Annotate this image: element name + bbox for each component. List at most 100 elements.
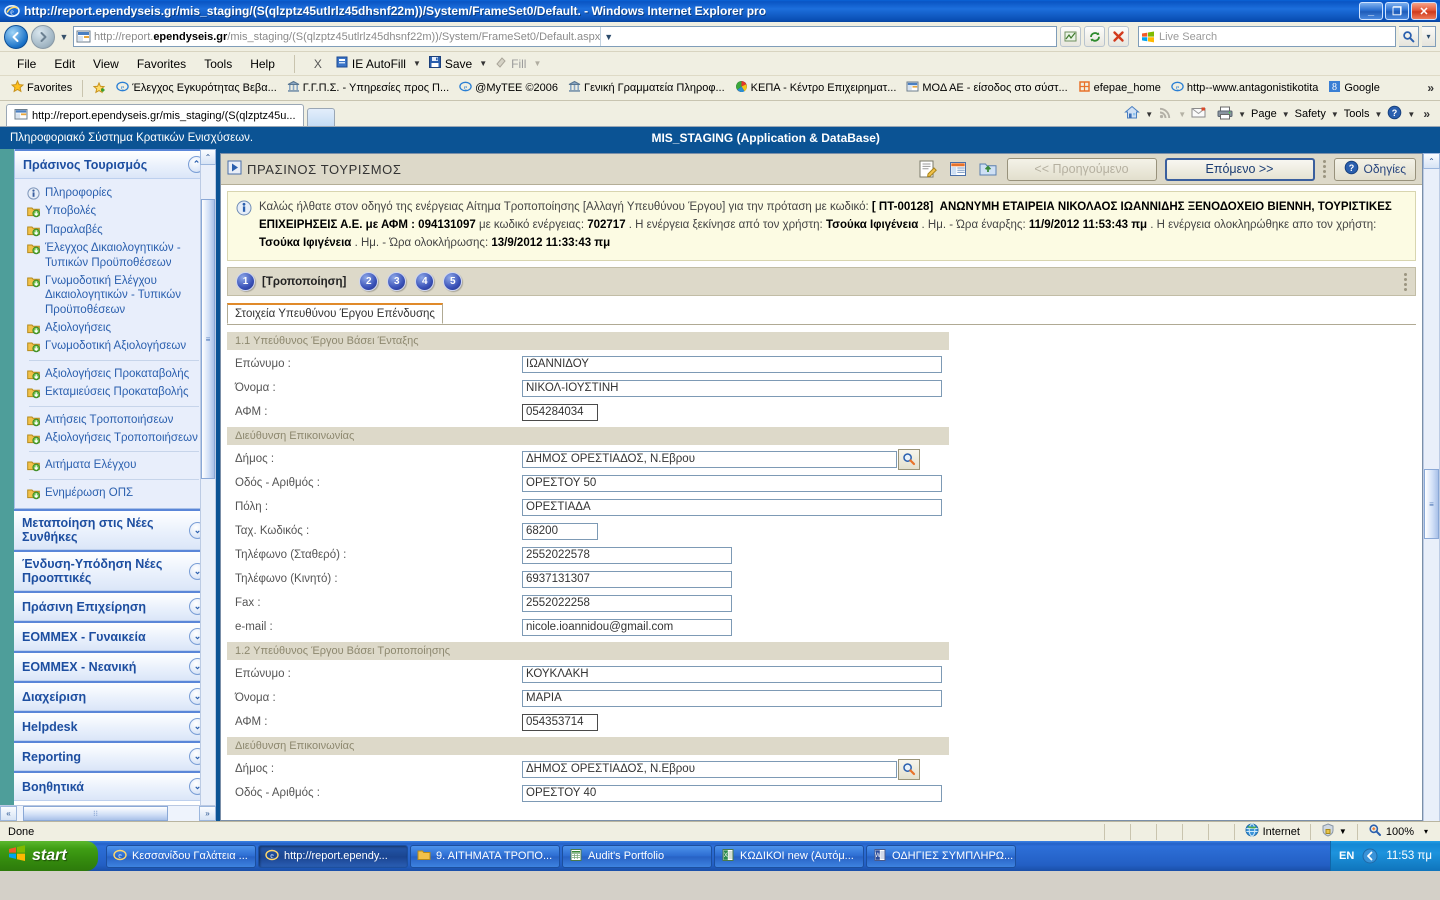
sidebar-group-helpdesk[interactable]: Helpdesk ⌄ [14,711,214,741]
print-caret-icon[interactable]: ▼ [1238,110,1246,119]
favorites-button[interactable]: Favorites [6,79,77,97]
hscroll-left-icon[interactable]: « [0,806,17,821]
sidebar-group-reporting[interactable]: Reporting ⌄ [14,741,214,771]
mail-button[interactable] [1186,105,1212,123]
menu-item-view[interactable]: View [84,55,128,73]
sidebar-item-elegxos-dikaiologitikon[interactable]: Έλεγχος Δικαιολογητικών - Τυπικών Προϋπο… [15,239,213,272]
sidebar-item-axiologiseis[interactable]: Αξιολογήσεις [15,319,213,337]
save-caret-icon[interactable]: ▼ [476,59,490,68]
tools-menu-button[interactable]: Tools [1339,107,1375,121]
dimos-input-2[interactable]: ΔΗΜΟΣ ΟΡΕΣΤΙΑΔΟΣ, Ν.Εβρου [522,760,897,778]
favorite-item-2[interactable]: e @MyTEE ©2006 [454,79,563,97]
scroll-track[interactable]: ≡ [200,165,216,805]
email-input-1[interactable]: nicole.ioannidou@gmail.com [522,618,732,636]
help-button[interactable]: ? [1382,104,1407,124]
favorite-item-3[interactable]: Γενική Γραμματεία Πληροφ... [563,79,730,97]
maximize-button[interactable]: ❐ [1385,2,1409,20]
sidebar-item-plirofories[interactable]: Πληροφορίες [15,184,213,202]
sidebar-group-endysi-ypodisi[interactable]: Ένδυση-Υπόδηση Νέες Προοπτικές ⌄ [14,550,214,591]
favorite-item-8[interactable]: 8 Google [1323,79,1384,97]
sidebar-group-eommex-gynaikeia[interactable]: ΕΟΜΜΕΧ - Γυναικεία ⌄ [14,621,214,651]
step-button-2[interactable]: 2 [359,272,379,292]
taskbar-item-0[interactable]: e Κεσσανίδου Γαλάτεια ... [106,844,256,868]
content-scrollbar[interactable]: ⌃ ≡ [1423,153,1440,821]
autofill-caret-icon[interactable]: ▼ [410,59,424,68]
start-button[interactable]: start [0,841,98,871]
onoma-input-1[interactable]: ΝΙΚΟΛ-ΙΟΥΣΤΙΝΗ [522,379,942,397]
taskbar-item-4[interactable]: X ΚΩΔΙΚΟΙ new (Αυτόμ... [714,844,864,868]
sidebar-item-paralaves[interactable]: Παραλαβές [15,221,213,239]
eponymo-input-2[interactable]: ΚΟΥΚΛΑΚΗ [522,665,942,683]
dimos-lookup-button-2[interactable] [898,758,920,780]
sidebar-item-ypovoles[interactable]: Υποβολές [15,202,213,220]
sidebar-group-header[interactable]: Πράσινος Τουρισμός ⌃ [15,149,213,179]
favorite-item-7[interactable]: e http--www.antagonistikotita [1166,79,1323,97]
sidebar-item-gnomodotiki-elegxou[interactable]: Γνωμοδοτική Ελέγχου Δικαιολογητικών - Τυ… [15,272,213,319]
sidebar-item-aitimata-elegxou[interactable]: Αιτήματα Ελέγχου [15,456,213,474]
step-button-4[interactable]: 4 [415,272,435,292]
sidebar-group-metapoiisi[interactable]: Μεταποίηση στις Νέες Συνθήκες ⌄ [14,509,214,550]
print-button[interactable] [1212,105,1238,124]
odos-arithmos-input-2[interactable]: ΟΡΕΣΤΟΥ 40 [522,784,942,802]
favorite-item-6[interactable]: efepae_home [1073,79,1166,97]
dimos-lookup-button-1[interactable] [898,448,920,470]
tax-kodikos-input-1[interactable]: 68200 [522,522,598,540]
browser-tab-active[interactable]: http://report.ependyseis.gr/mis_staging/… [6,104,304,126]
save-button[interactable]: Save [424,54,476,73]
step-button-1[interactable]: 1 [236,272,255,292]
add-to-favorites-icon[interactable] [88,81,111,96]
sidebar-item-gnomodotiki-axiologiseon[interactable]: Γνωμοδοτική Αξιολογήσεων [15,337,213,355]
close-button[interactable]: ✕ [1411,2,1437,20]
sidebar-item-axiologiseis-tropopoiiseon[interactable]: Αξιολογήσεις Τροποποιήσεων [15,429,213,447]
help-button[interactable]: ? Οδηγίες [1333,157,1416,181]
odos-arithmos-input-1[interactable]: ΟΡΕΣΤΟΥ 50 [522,474,942,492]
back-button[interactable] [4,24,28,49]
poli-input-1[interactable]: ΟΡΕΣΤΙΑΔΑ [522,498,942,516]
sidebar-item-axiologiseis-prokatavolis[interactable]: Αξιολογήσεις Προκαταβολής [15,365,213,383]
favorites-overflow-icon[interactable]: » [1421,81,1440,95]
scroll-thumb[interactable]: ≡ [201,199,215,479]
url-dropdown-icon[interactable]: ▼ [600,27,617,46]
scroll-thumb[interactable]: ≡ [1424,469,1439,539]
zoom-control[interactable]: 100% ▾ [1356,823,1438,840]
previous-button[interactable]: << Προηγούμενο [1006,157,1157,181]
stop-icon[interactable] [1108,26,1129,47]
taskbar-item-2[interactable]: 9. ΑΙΤΗΜΑΤΑ ΤΡΟΠΟ... [410,844,560,868]
scroll-up-icon[interactable]: ⌃ [200,149,216,165]
favorite-item-0[interactable]: e Έλεγχος Εγκυρότητας Βεβα... [111,79,282,97]
scroll-up-icon[interactable]: ⌃ [1423,153,1440,169]
favorite-item-5[interactable]: ΜΟΔ ΑΕ - είσοδος στο σύστ... [901,79,1072,97]
forward-button[interactable] [31,24,55,49]
arrow-left-icon[interactable] [1362,848,1378,864]
refresh-icon[interactable] [1084,26,1105,47]
taskbar-item-3[interactable]: Audit's Portfolio [562,844,712,868]
sidebar-horizontal-scrollbar[interactable]: « ⁝⁝ » [0,805,216,821]
menu-item-file[interactable]: File [8,55,45,73]
dimos-input-1[interactable]: ΔΗΜΟΣ ΟΡΕΣΤΙΑΔΟΣ, Ν.Εβρου [522,450,897,468]
hscroll-right-icon[interactable]: » [199,806,216,821]
protected-mode-indicator[interactable]: ▼ [1309,823,1357,840]
step-button-5[interactable]: 5 [443,272,463,292]
sidebar-item-enimerosi-ops[interactable]: Ενημέρωση ΟΠΣ [15,484,213,502]
autofill-close-button[interactable]: X [305,55,331,73]
favorite-item-1[interactable]: Γ.Γ.Π.Σ. - Υπηρεσίες προς Π... [282,79,454,97]
zoom-caret-icon[interactable]: ▾ [1424,827,1428,836]
tilefono-statheró-input-1[interactable]: 2552022578 [522,546,732,564]
security-zone[interactable]: Internet [1233,823,1310,840]
fax-input-1[interactable]: 2552022258 [522,594,732,612]
tools-caret-icon[interactable]: ▼ [1374,110,1382,119]
sidebar-group-voithitika[interactable]: Βοηθητικά ⌄ [14,771,214,801]
note-edit-icon[interactable] [917,158,939,180]
afm-input-2[interactable]: 054353714 [522,713,598,731]
sidebar-group-diaxeirisi[interactable]: Διαχείριση ⌄ [14,681,214,711]
sidebar-item-ektamievseis-prokatavolis[interactable]: Εκταμιεύσεις Προκαταβολής [15,383,213,401]
eponymo-input-1[interactable]: ΙΩΑΝΝΙΔΟΥ [522,355,942,373]
new-tab-button[interactable] [306,108,335,126]
scroll-track[interactable]: ≡ [1423,169,1440,821]
page-menu-button[interactable]: Page [1246,107,1282,121]
menu-item-tools[interactable]: Tools [195,55,241,73]
favorite-item-4[interactable]: ΚΕΠΑ - Κέντρο Επιχειρηματ... [730,79,902,97]
sidebar-group-eommex-neaniki[interactable]: ΕΟΜΜΕΧ - Νεανική ⌄ [14,651,214,681]
menu-item-favorites[interactable]: Favorites [128,55,195,73]
protected-caret-icon[interactable]: ▼ [1339,827,1347,836]
